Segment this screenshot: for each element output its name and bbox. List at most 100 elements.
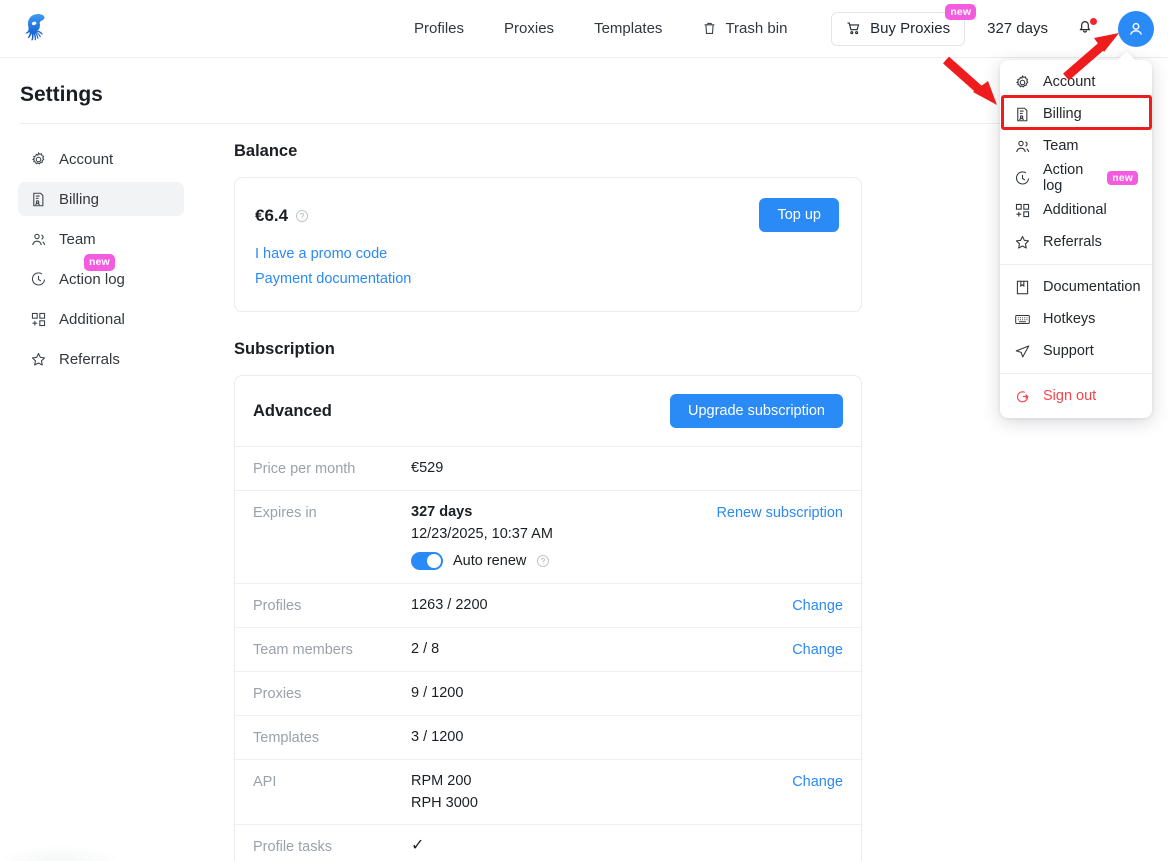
- menu-item-action-log[interactable]: Action log new: [1000, 162, 1152, 194]
- promo-code-link[interactable]: I have a promo code: [255, 246, 839, 262]
- notifications-button[interactable]: [1074, 17, 1097, 40]
- subscription-card: Advanced Upgrade subscription Price per …: [234, 375, 862, 861]
- nav-item-templates[interactable]: Templates: [574, 0, 682, 57]
- nav-item-proxies[interactable]: Proxies: [484, 0, 574, 57]
- billing-icon: [30, 191, 47, 208]
- subscription-row-profiles: Profiles 1263 / 2200 Change: [235, 583, 861, 627]
- menu-item-action-log-label: Action log: [1043, 162, 1084, 194]
- subscription-row-templates: Templates 3 / 1200: [235, 715, 861, 759]
- bottom-left-artifact: [0, 845, 120, 861]
- menu-item-documentation-label: Documentation: [1043, 279, 1141, 295]
- sidebar-item-team[interactable]: Team: [18, 222, 184, 256]
- team-icon: [30, 231, 47, 248]
- balance-amount: €6.4: [255, 206, 289, 225]
- question-circle-icon[interactable]: [536, 554, 550, 568]
- sign-out-icon: [1014, 388, 1031, 405]
- trash-icon: [702, 21, 717, 36]
- settings-sidebar: Account Billing Team Action log new Addi…: [18, 142, 184, 382]
- row-label-price: Price per month: [253, 461, 356, 477]
- menu-item-referrals-label: Referrals: [1043, 234, 1102, 250]
- sidebar-item-referrals-label: Referrals: [59, 350, 120, 368]
- user-menu-dropdown: Account Billing Team Action log new Addi…: [1000, 51, 1152, 418]
- balance-amount-group: €6.4: [253, 198, 309, 226]
- clock-icon: [1014, 170, 1031, 187]
- title-divider: [20, 123, 1148, 124]
- menu-item-billing-label: Billing: [1043, 106, 1082, 122]
- menu-item-additional-label: Additional: [1043, 202, 1107, 218]
- subscription-plan-name: Advanced: [253, 401, 332, 420]
- menu-item-team[interactable]: Team: [1000, 130, 1152, 162]
- cart-icon: [846, 21, 861, 36]
- sidebar-item-additional[interactable]: Additional: [18, 302, 184, 336]
- octopus-logo-icon[interactable]: [16, 8, 60, 52]
- header-right-cluster: Buy Proxies new 327 days: [831, 0, 1154, 57]
- subscription-row-expires: Expires in 327 days 12/23/2025, 10:37 AM…: [235, 490, 861, 583]
- sidebar-item-referrals[interactable]: Referrals: [18, 342, 184, 376]
- balance-card: €6.4 Top up I have a promo code Payment …: [234, 177, 862, 312]
- billing-icon: [1014, 106, 1031, 123]
- sidebar-item-account[interactable]: Account: [18, 142, 184, 176]
- menu-item-sign-out-label: Sign out: [1043, 388, 1097, 404]
- top-navigation-bar: Profiles Proxies Templates Trash bin Buy…: [0, 0, 1168, 58]
- menu-item-sign-out[interactable]: Sign out: [1000, 380, 1152, 412]
- menu-item-hotkeys-label: Hotkeys: [1043, 311, 1096, 327]
- row-value-api: RPM 200 RPH 3000: [411, 773, 792, 811]
- change-team-members-link[interactable]: Change: [792, 641, 843, 658]
- menu-item-additional[interactable]: Additional: [1000, 194, 1152, 226]
- menu-item-billing[interactable]: Billing: [1000, 98, 1152, 130]
- subscription-row-price: Price per month €529: [235, 446, 861, 490]
- menu-item-hotkeys[interactable]: Hotkeys: [1000, 303, 1152, 335]
- menu-action-log-new-badge: new: [1107, 170, 1138, 186]
- menu-item-referrals[interactable]: Referrals: [1000, 226, 1152, 258]
- row-label-proxies: Proxies: [253, 686, 302, 702]
- row-value-expires: 327 days 12/23/2025, 10:37 AM Auto renew: [411, 504, 716, 570]
- primary-nav-links: Profiles Proxies Templates Trash bin: [394, 0, 807, 57]
- expires-days: 327 days: [411, 504, 473, 520]
- menu-item-documentation[interactable]: Documentation: [1000, 271, 1152, 303]
- menu-divider-1: [1000, 264, 1152, 265]
- row-label-api: API: [253, 774, 277, 790]
- auto-renew-row: Auto renew: [411, 552, 716, 570]
- subscription-card-header: Advanced Upgrade subscription: [235, 376, 861, 446]
- question-circle-icon[interactable]: [295, 209, 309, 223]
- subscription-row-proxies: Proxies 9 / 1200: [235, 671, 861, 715]
- subscription-section-title: Subscription: [234, 340, 335, 358]
- buy-proxies-new-badge: new: [945, 3, 977, 20]
- nav-item-profiles[interactable]: Profiles: [394, 0, 484, 57]
- star-icon: [1014, 234, 1031, 251]
- nav-item-trash-bin[interactable]: Trash bin: [682, 0, 807, 57]
- arrow-to-billing-icon: [943, 56, 997, 105]
- upgrade-subscription-button[interactable]: Upgrade subscription: [669, 394, 843, 428]
- team-icon: [1014, 138, 1031, 155]
- sidebar-item-account-label: Account: [59, 150, 114, 168]
- change-profiles-link[interactable]: Change: [792, 597, 843, 614]
- gear-icon: [30, 151, 47, 168]
- sidebar-item-action-log[interactable]: Action log new: [18, 254, 184, 296]
- auto-renew-toggle[interactable]: [411, 552, 443, 570]
- sidebar-item-billing[interactable]: Billing: [18, 182, 184, 216]
- keyboard-icon: [1014, 311, 1031, 328]
- subscription-row-profile-tasks: Profile tasks ✓: [235, 824, 861, 861]
- additional-icon: [30, 311, 47, 328]
- row-value-price: €529: [411, 460, 843, 476]
- menu-item-account[interactable]: Account: [1000, 66, 1152, 98]
- additional-icon: [1014, 202, 1031, 219]
- payment-documentation-link[interactable]: Payment documentation: [255, 271, 839, 287]
- menu-item-account-label: Account: [1043, 74, 1096, 90]
- buy-proxies-button[interactable]: Buy Proxies new: [831, 3, 977, 46]
- row-value-team-members: 2 / 8: [411, 641, 440, 657]
- toggle-knob: [427, 554, 441, 568]
- nav-item-templates-label: Templates: [594, 20, 663, 37]
- star-icon: [30, 351, 47, 368]
- user-avatar-icon[interactable]: [1118, 10, 1154, 47]
- send-icon: [1014, 343, 1031, 360]
- page-title: Settings: [20, 83, 103, 106]
- menu-item-support[interactable]: Support: [1000, 335, 1152, 367]
- buy-proxies-label: Buy Proxies: [870, 20, 951, 37]
- change-api-link[interactable]: Change: [792, 773, 843, 790]
- top-up-button[interactable]: Top up: [759, 198, 839, 232]
- row-label-profiles: Profiles: [253, 598, 302, 614]
- sidebar-action-log-new-badge: new: [84, 254, 115, 271]
- renew-subscription-link[interactable]: Renew subscription: [716, 504, 843, 521]
- days-remaining-label: 327 days: [987, 20, 1048, 37]
